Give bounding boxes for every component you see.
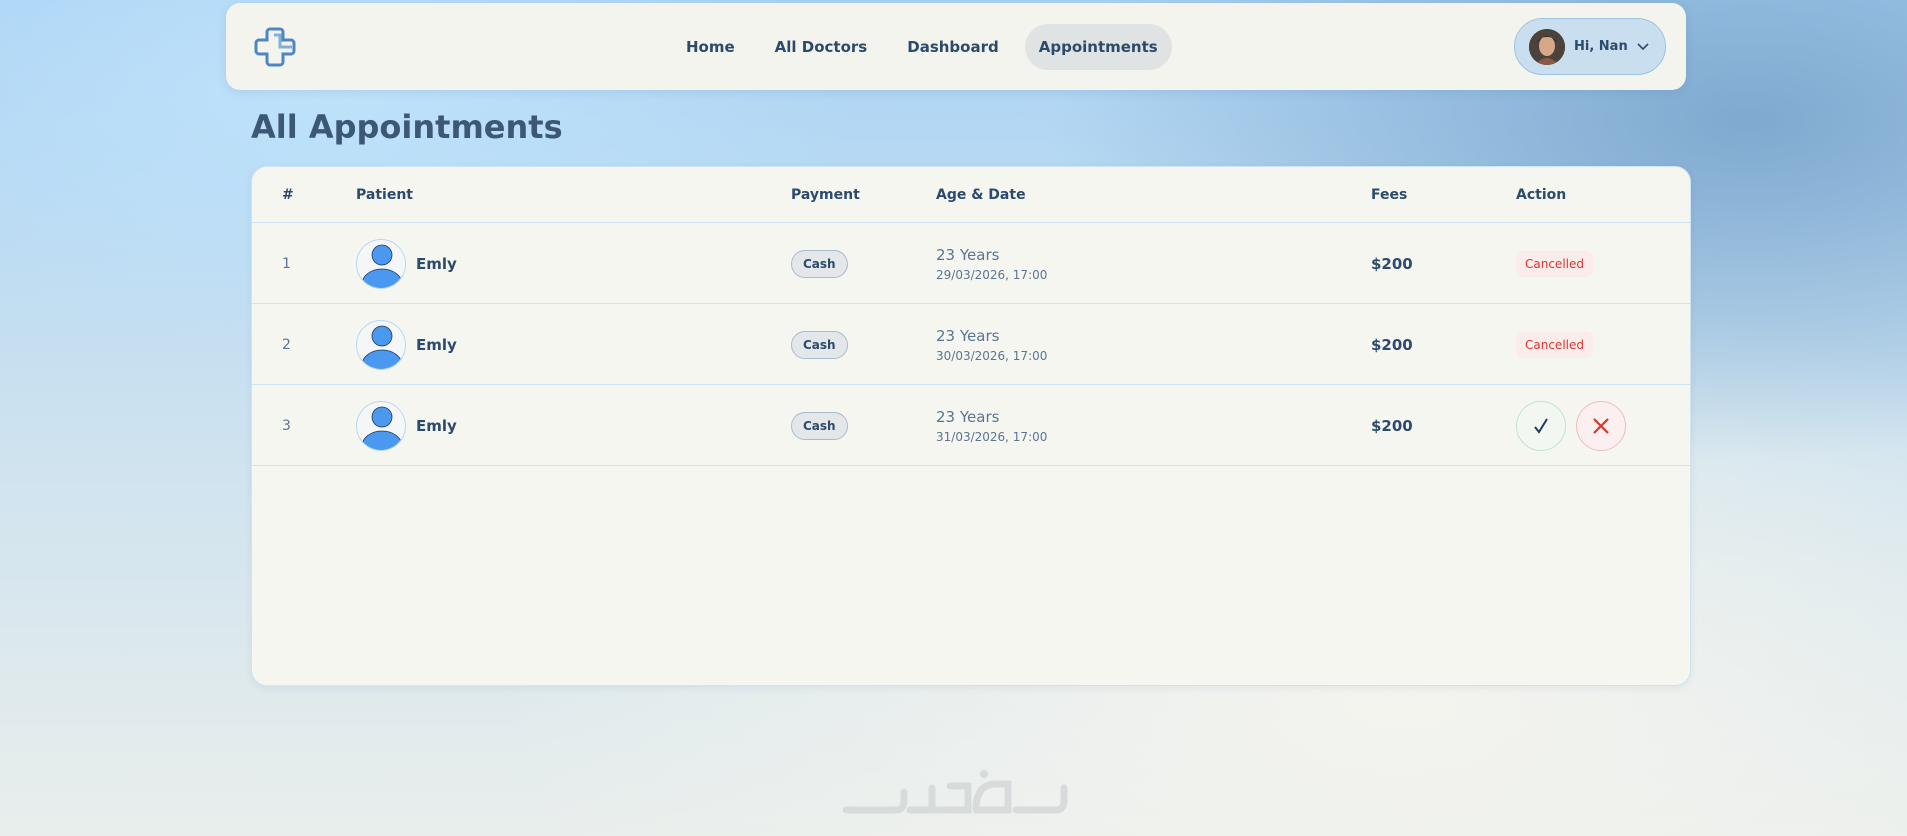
- col-index: #: [282, 187, 294, 203]
- appointments-table: # Patient Payment Age & Date Fees Action…: [251, 166, 1691, 686]
- patient-avatar: [356, 319, 406, 370]
- row-index: 2: [282, 336, 291, 353]
- approve-button[interactable]: [1516, 400, 1566, 451]
- watermark-logo: [842, 770, 1068, 814]
- patient-name: Emly: [416, 335, 457, 354]
- patient-name: Emly: [416, 254, 457, 273]
- patient-avatar: [356, 238, 406, 289]
- col-action: Action: [1516, 187, 1567, 203]
- check-icon: [1534, 417, 1548, 434]
- close-icon: [1593, 417, 1609, 434]
- patient-age: 23 Years: [936, 245, 1000, 264]
- table-row: 3 Emly Cash 23 Years 31/03/2026, 17:00 $…: [252, 385, 1690, 466]
- patient-age: 23 Years: [936, 407, 1000, 426]
- nav-appointments[interactable]: Appointments: [1024, 24, 1172, 70]
- user-menu[interactable]: Hi, Nan: [1514, 18, 1666, 75]
- user-avatar: [1529, 28, 1565, 65]
- row-index: 3: [282, 417, 291, 434]
- table-row: 2 Emly Cash 23 Years 30/03/2026, 17:00 $…: [252, 304, 1690, 385]
- navbar: Home All Doctors Dashboard Appointments …: [226, 3, 1686, 90]
- col-age-date: Age & Date: [936, 187, 1026, 203]
- nav-dashboard[interactable]: Dashboard: [893, 24, 1012, 70]
- patient-name: Emly: [416, 416, 457, 435]
- row-index: 1: [282, 255, 291, 272]
- patient-avatar: [356, 400, 406, 451]
- table-row: 1 Emly Cash 23 Years 29/03/2026, 17:00 $…: [252, 223, 1690, 304]
- col-patient: Patient: [356, 187, 413, 203]
- main-nav: Home All Doctors Dashboard Appointments: [672, 24, 1184, 70]
- fees: $200: [1371, 335, 1413, 354]
- payment-badge: Cash: [791, 249, 848, 278]
- table-header: # Patient Payment Age & Date Fees Action: [252, 167, 1690, 223]
- status-badge: Cancelled: [1516, 331, 1593, 358]
- page-title: All Appointments: [251, 108, 563, 146]
- nav-all-doctors[interactable]: All Doctors: [761, 24, 882, 70]
- col-fees: Fees: [1371, 187, 1408, 203]
- chevron-down-icon: [1637, 42, 1649, 50]
- cancel-button[interactable]: [1576, 400, 1626, 451]
- fees: $200: [1371, 254, 1413, 273]
- appointment-datetime: 30/03/2026, 17:00: [936, 348, 1048, 363]
- patient-age: 23 Years: [936, 326, 1000, 345]
- appointment-datetime: 31/03/2026, 17:00: [936, 429, 1048, 444]
- status-badge: Cancelled: [1516, 250, 1593, 277]
- appointment-datetime: 29/03/2026, 17:00: [936, 267, 1048, 282]
- medical-cross-logo[interactable]: [254, 25, 298, 69]
- user-greeting: Hi, Nan: [1574, 39, 1628, 54]
- payment-badge: Cash: [791, 330, 848, 359]
- nav-home[interactable]: Home: [672, 24, 749, 70]
- payment-badge: Cash: [791, 411, 848, 440]
- fees: $200: [1371, 416, 1413, 435]
- col-payment: Payment: [791, 187, 860, 203]
